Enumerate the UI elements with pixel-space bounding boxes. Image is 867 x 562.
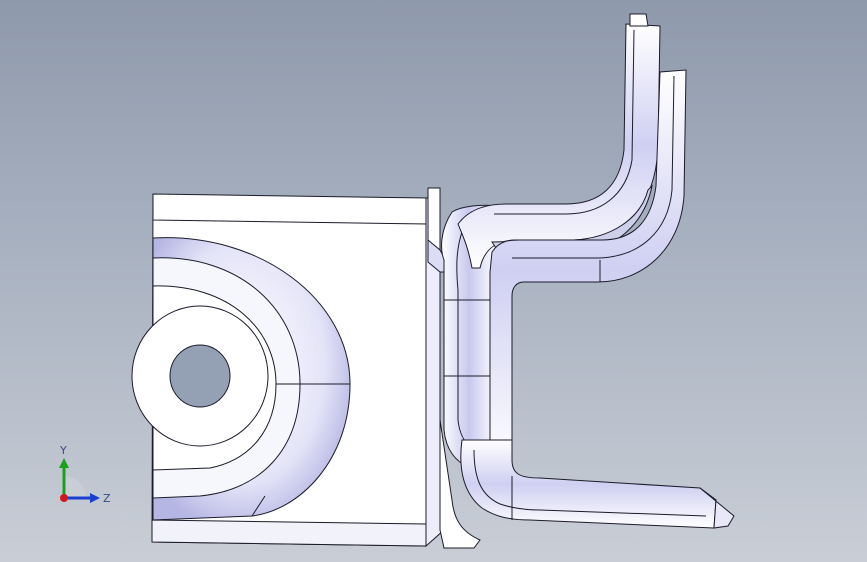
main-block-bottom-band xyxy=(151,519,427,547)
y-axis-arrow xyxy=(59,458,69,468)
graphics-viewport[interactable] xyxy=(0,0,867,562)
z-axis-arrow xyxy=(90,493,100,503)
upper-pipe xyxy=(457,23,661,269)
through-hole xyxy=(169,344,231,408)
triad-view-quadrant xyxy=(64,476,86,498)
upper-pipe-cap xyxy=(629,13,649,27)
part-model[interactable] xyxy=(131,13,735,549)
z-axis-label: Z xyxy=(103,492,111,505)
coordinate-triad-icon: Y Z xyxy=(59,444,111,505)
x-axis-dot xyxy=(60,494,68,502)
y-axis-label: Y xyxy=(59,444,67,457)
